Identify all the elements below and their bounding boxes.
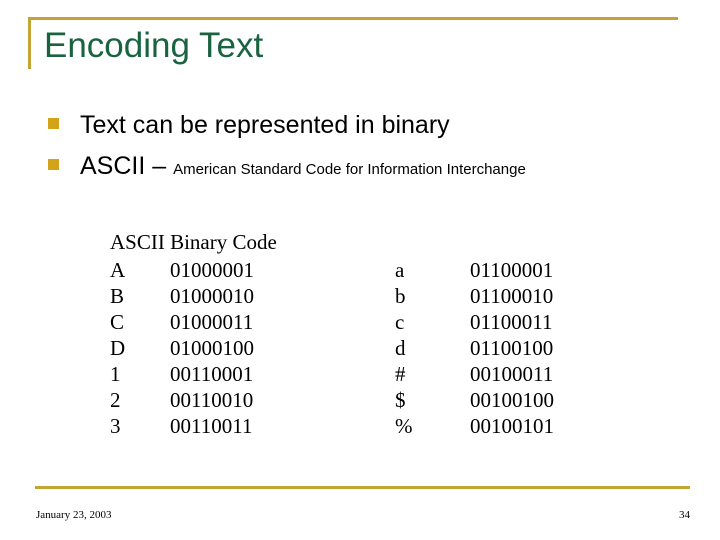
cell-char-left: D <box>110 336 126 360</box>
cell-bits-left: 00110010 <box>170 388 254 412</box>
square-bullet-icon <box>48 159 59 170</box>
footer-page-number: 34 <box>679 509 690 521</box>
bullet-text: ASCII – <box>80 152 174 180</box>
cell-char-left: A <box>110 258 126 282</box>
cell-char-right: $ <box>395 388 406 412</box>
cell-bits-right: 01100100 <box>470 336 554 360</box>
table-row: 3 00110011 % 00100101 <box>110 414 610 440</box>
cell-bits-left: 01000100 <box>170 336 254 360</box>
cell-char-left: 2 <box>110 388 121 412</box>
cell-bits-left: 00110011 <box>170 414 253 438</box>
footer-date: January 23, 2003 <box>36 509 112 521</box>
cell-char-right: a <box>395 258 405 282</box>
cell-char-left: 1 <box>110 362 121 386</box>
cell-bits-left: 01000011 <box>170 310 254 334</box>
slide-canvas: Encoding Text Text can be represented in… <box>0 0 720 540</box>
cell-char-left: C <box>110 310 125 334</box>
page-title: Encoding Text <box>44 26 264 65</box>
list-item: ASCII – American Standard Code for Infor… <box>48 151 688 181</box>
cell-char-left: 3 <box>110 414 121 438</box>
cell-char-left: B <box>110 284 125 308</box>
bullet-subtext: American Standard Code for Information I… <box>173 161 526 178</box>
bullet-text: Text can be represented in binary <box>80 111 450 139</box>
ascii-binary-table: ASCII Binary Code A 01000001 a 01100001 … <box>110 230 610 440</box>
table-row: B 01000010 b 01100010 <box>110 284 610 310</box>
cell-bits-right: 01100001 <box>470 258 554 282</box>
footer-divider <box>35 486 690 489</box>
table-row: A 01000001 a 01100001 <box>110 258 610 284</box>
cell-bits-right: 01100010 <box>470 284 554 308</box>
table-row: C 01000011 c 01100011 <box>110 310 610 336</box>
cell-char-right: c <box>395 310 405 334</box>
cell-bits-left: 01000001 <box>170 258 254 282</box>
cell-bits-left: 00110001 <box>170 362 254 386</box>
cell-bits-right: 00100101 <box>470 414 554 438</box>
title-rule-left <box>28 17 31 69</box>
bullet-list: Text can be represented in binary ASCII … <box>48 110 688 192</box>
cell-bits-right: 00100011 <box>470 362 554 386</box>
cell-bits-left: 01000010 <box>170 284 254 308</box>
cell-char-right: d <box>395 336 406 360</box>
cell-char-right: # <box>395 362 406 386</box>
table-row: D 01000100 d 01100100 <box>110 336 610 362</box>
cell-bits-right: 01100011 <box>470 310 553 334</box>
title-rule-top <box>28 17 678 20</box>
cell-char-right: b <box>395 284 406 308</box>
bullet-text-group: ASCII – American Standard Code for Infor… <box>80 151 526 181</box>
table-row: 2 00110010 $ 00100100 <box>110 388 610 414</box>
cell-char-right: % <box>395 414 413 438</box>
table-row: 1 00110001 # 00100011 <box>110 362 610 388</box>
list-item: Text can be represented in binary <box>48 110 688 140</box>
table-caption: ASCII Binary Code <box>110 230 277 254</box>
square-bullet-icon <box>48 118 59 129</box>
cell-bits-right: 00100100 <box>470 388 554 412</box>
